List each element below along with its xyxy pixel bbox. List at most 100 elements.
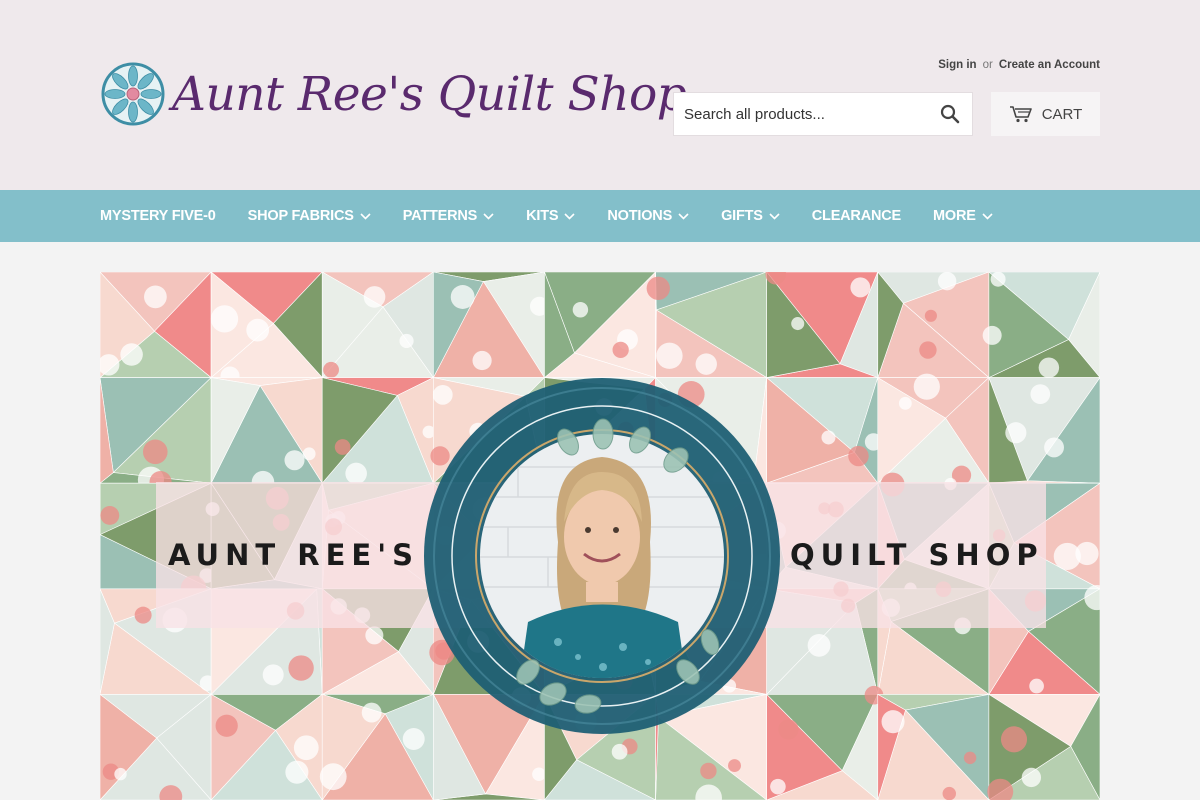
cart-button[interactable]: CART	[991, 92, 1100, 136]
nav-item-notions[interactable]: NOTIONS	[607, 208, 689, 224]
nav-item-kits[interactable]: KITS	[526, 208, 575, 224]
quilt-flower	[770, 778, 786, 795]
quilt-flower	[728, 759, 741, 773]
search-icon	[940, 104, 960, 124]
nav-item-gifts[interactable]: GIFTS	[721, 208, 780, 224]
quilt-flower	[144, 285, 167, 309]
quilt-flower	[646, 276, 670, 300]
main-nav: MYSTERY FIVE-0 SHOP FABRICS PATTERNS KITS NO…	[0, 190, 1200, 242]
quilt-flower	[791, 317, 805, 331]
quilt-flower	[293, 735, 319, 761]
create-account-link[interactable]: Create an Account	[999, 59, 1100, 71]
quilt-flower	[1038, 357, 1060, 378]
logo-text: Aunt Ree's Quilt Shop	[172, 66, 687, 122]
quilt-flower	[262, 664, 284, 686]
owner-portrait-badge	[424, 378, 780, 734]
quilt-flower	[345, 462, 367, 485]
chevron-down-icon	[564, 212, 575, 220]
chevron-down-icon	[483, 212, 494, 220]
cart-icon	[1009, 106, 1032, 123]
quilt-flower	[1000, 726, 1028, 753]
nav-list: MYSTERY FIVE-0 SHOP FABRICS PATTERNS KITS NO…	[100, 190, 1025, 242]
hero-right-text: QUILT SHOP	[790, 538, 1044, 572]
site-header: Aunt Ree's Quilt Shop Sign in or Create an…	[0, 0, 1200, 190]
quilt-flower	[334, 439, 351, 455]
nav-item-clearance[interactable]: CLEARANCE	[812, 208, 901, 224]
quilt-flower	[285, 760, 309, 784]
quilt-flower	[1029, 678, 1044, 694]
search-button[interactable]	[928, 93, 972, 135]
quilt-flower	[990, 272, 1006, 287]
search-form	[673, 92, 973, 136]
quilt-flower	[848, 445, 869, 467]
quilt-flower	[656, 342, 683, 369]
quilt-flower	[913, 373, 940, 400]
quilt-flower	[363, 286, 386, 308]
nav-item-label: NOTIONS	[607, 208, 673, 224]
quilt-flower	[288, 655, 314, 681]
quilt-flower	[302, 447, 316, 461]
quilt-flower	[120, 343, 143, 366]
quilt-flower	[1044, 437, 1064, 458]
nav-item-label: MORE	[933, 208, 976, 224]
chevron-down-icon	[360, 212, 371, 220]
search-input[interactable]	[674, 93, 928, 135]
quilt-flower	[472, 350, 492, 371]
quilt-flower	[1005, 422, 1027, 444]
quilt-flower	[100, 505, 120, 525]
quilt-flower	[807, 633, 831, 657]
quilt-flower	[963, 751, 977, 765]
nav-item-label: MYSTERY FIVE-0	[100, 208, 216, 224]
quilt-flower	[612, 341, 629, 358]
quilt-flower	[142, 439, 168, 465]
quilt-flower	[114, 767, 127, 781]
quilt-flower	[937, 272, 957, 291]
sign-in-link[interactable]: Sign in	[938, 59, 976, 71]
nav-item-label: KITS	[526, 208, 559, 224]
quilt-flower	[134, 606, 152, 624]
nav-item-shop-fabrics[interactable]: SHOP FABRICS	[248, 208, 371, 224]
quilt-flower	[850, 277, 871, 298]
quilt-flower	[399, 333, 414, 349]
chevron-down-icon	[982, 212, 993, 220]
quilt-flower	[1075, 541, 1099, 566]
quilt-flower	[881, 710, 905, 734]
nav-item-label: CLEARANCE	[811, 208, 901, 224]
quilt-flower	[215, 714, 238, 737]
quilt-flower	[1030, 384, 1051, 404]
quilt-flower	[924, 309, 937, 322]
quilt-flower	[361, 702, 382, 723]
nav-item-label: SHOP FABRICS	[247, 208, 354, 224]
cart-label: CART	[1041, 105, 1083, 123]
site-logo[interactable]: Aunt Ree's Quilt Shop	[100, 54, 687, 134]
account-links: Sign in or Create an Account	[938, 59, 1100, 71]
quilt-flower	[284, 450, 305, 471]
or-separator: or	[982, 59, 993, 71]
nav-item-mystery-five-0[interactable]: MYSTERY FIVE-0	[100, 208, 216, 224]
quilt-flower	[319, 763, 347, 791]
chevron-down-icon	[769, 212, 780, 220]
quilt-flower	[572, 302, 589, 318]
hero-left-text: AUNT REE'S	[168, 538, 419, 572]
nav-item-label: GIFTS	[721, 208, 763, 224]
quilt-flower	[611, 743, 628, 760]
quilt-flower	[700, 762, 717, 780]
quilt-flower	[365, 626, 384, 645]
quilt-flower	[1021, 767, 1042, 788]
nav-item-more[interactable]: MORE	[933, 208, 993, 224]
chevron-down-icon	[678, 212, 689, 220]
quilt-flower	[246, 318, 270, 342]
quilt-flower	[210, 305, 239, 333]
quilt-flower	[919, 341, 937, 359]
nav-item-patterns[interactable]: PATTERNS	[403, 208, 494, 224]
quilt-flower	[821, 430, 836, 445]
quilt-flower	[898, 396, 912, 410]
quilt-flower	[323, 361, 339, 378]
quilt-flower	[942, 786, 956, 800]
quilt-flower	[982, 325, 1002, 345]
nav-item-label: PATTERNS	[402, 208, 478, 224]
hero-banner: AUNT REE'S QUILT SHOP	[100, 272, 1100, 800]
quilt-flower	[532, 767, 546, 782]
flower-logo-icon	[101, 62, 165, 126]
quilt-flower	[450, 285, 475, 309]
